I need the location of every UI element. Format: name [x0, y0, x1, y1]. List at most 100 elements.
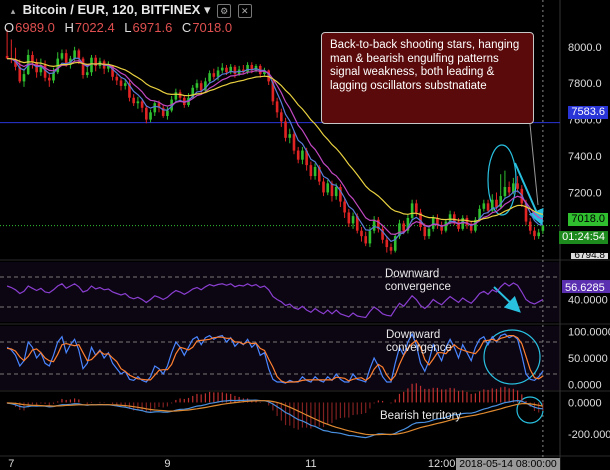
- candle-down: [145, 107, 148, 120]
- candle-down: [280, 112, 283, 122]
- candle-down: [507, 186, 511, 193]
- rsi-annotation-label: Downward convergence: [385, 268, 451, 293]
- rsi-tick-label: 40.0000: [568, 295, 608, 307]
- partial-price-tag: 6794.8: [571, 253, 608, 259]
- symbol-title[interactable]: Bitcoin / EUR, 120, BITFINEX: [23, 2, 201, 17]
- candle-down: [233, 66, 237, 75]
- candle-up: [541, 225, 545, 231]
- candle-down: [132, 97, 135, 104]
- ohlc-low-key: L: [124, 20, 132, 35]
- candle-up: [512, 183, 515, 193]
- time-tick-label: 12:00: [428, 458, 456, 470]
- annotation-note: Back-to-back shooting stars, hanging man…: [321, 32, 534, 124]
- candle-up: [334, 186, 338, 197]
- candle-up: [326, 183, 330, 193]
- candle-up: [288, 134, 292, 138]
- stoch-tick-label: 0.0000: [568, 380, 602, 392]
- ohlc-low-value: 6971.6: [132, 20, 173, 35]
- candle-down: [292, 134, 296, 151]
- candle-up: [368, 230, 372, 244]
- time-cursor-label: 2018-05-14 08:00:00: [459, 458, 557, 470]
- candle-up: [220, 67, 224, 71]
- candle-up: [444, 221, 448, 231]
- time-tick-label: 7: [8, 458, 14, 470]
- ohlc-open-key: O: [4, 20, 15, 35]
- candle-down: [296, 150, 300, 160]
- candle-up: [22, 74, 26, 82]
- stoch-annotation-label: Downward convergence: [386, 329, 452, 354]
- ohlc-close-value: 7018.0: [192, 20, 233, 35]
- ohlc-high-value: 7022.4: [74, 20, 115, 35]
- candle-down: [452, 214, 456, 222]
- candle-down: [486, 203, 490, 211]
- stoch-tick-label: 100.0000: [568, 326, 610, 338]
- candle-down: [495, 199, 498, 208]
- price-tick-label: 7400.0: [568, 151, 602, 163]
- candle-up: [85, 72, 89, 75]
- candle-down: [347, 212, 351, 224]
- candle-up: [123, 83, 127, 86]
- candle-down: [423, 227, 427, 237]
- candle-up: [216, 70, 220, 77]
- candle-down: [31, 54, 34, 63]
- macd-line: [7, 399, 543, 439]
- candle-up: [149, 112, 152, 120]
- candle-down: [385, 239, 389, 248]
- settings-icon[interactable]: ⚙: [217, 3, 232, 18]
- candle-down: [516, 183, 519, 189]
- candle-up: [503, 186, 507, 197]
- candle-up: [482, 203, 486, 209]
- chart-icon: ▴: [10, 5, 16, 16]
- candle-down: [140, 101, 144, 108]
- candle-up: [246, 64, 249, 73]
- candle-down: [343, 201, 346, 213]
- countdown-tag: 01:24:54: [559, 231, 608, 244]
- time-tick-label: 9: [164, 458, 170, 470]
- symbol-header[interactable]: ▴ Bitcoin / EUR, 120, BITFINEX ▾ ⚙ ✕: [4, 2, 252, 18]
- candle-up: [537, 232, 540, 237]
- candle-down: [225, 67, 228, 73]
- price-tick-label: 7800.0: [568, 78, 602, 90]
- candle-down: [415, 203, 418, 213]
- macd-annotation-label: Bearish territory: [380, 410, 462, 422]
- candle-up: [166, 110, 169, 116]
- note-pointer: [529, 123, 539, 206]
- candle-down: [77, 50, 81, 59]
- candle-down: [309, 165, 313, 177]
- candle-up: [73, 50, 76, 59]
- macd-tick-label: -200.0000: [568, 429, 610, 441]
- candle-down: [212, 73, 216, 77]
- candle-down: [528, 221, 532, 231]
- candle-down: [199, 83, 203, 91]
- time-tick-label: 11: [305, 458, 316, 470]
- candle-down: [119, 80, 123, 86]
- candle-up: [301, 150, 304, 160]
- level-price-tag: 7583.6: [568, 106, 608, 119]
- candle-down: [402, 223, 405, 231]
- ohlc-open-value: 6989.0: [15, 20, 55, 35]
- candle-down: [360, 230, 363, 237]
- candle-up: [372, 219, 376, 231]
- chevron-down-icon[interactable]: ▾: [204, 2, 211, 17]
- candle-up: [208, 73, 211, 82]
- candle-up: [195, 83, 199, 88]
- candle-down: [389, 247, 393, 251]
- candle-up: [427, 228, 431, 237]
- price-tick-label: 8000.0: [568, 42, 602, 54]
- last-price-tag: 7018.0: [568, 213, 608, 226]
- price-tick-label: 7200.0: [568, 187, 602, 199]
- candle-up: [136, 101, 140, 104]
- candle-up: [153, 103, 157, 113]
- candle-down: [47, 77, 51, 81]
- candle-down: [275, 101, 279, 113]
- candle-up: [60, 53, 64, 59]
- close-icon[interactable]: ✕: [237, 3, 252, 18]
- candle-down: [364, 236, 368, 244]
- candle-down: [533, 230, 536, 237]
- ohlc-readout: O6989.0 H7022.4 L6971.6 C7018.0: [4, 20, 238, 35]
- ohlc-high-key: H: [64, 20, 74, 35]
- rsi-last-value: 56.6285: [565, 282, 605, 294]
- macd-tick-label: 0.0000: [568, 397, 602, 409]
- candle-up: [313, 166, 317, 177]
- candle-up: [174, 92, 178, 100]
